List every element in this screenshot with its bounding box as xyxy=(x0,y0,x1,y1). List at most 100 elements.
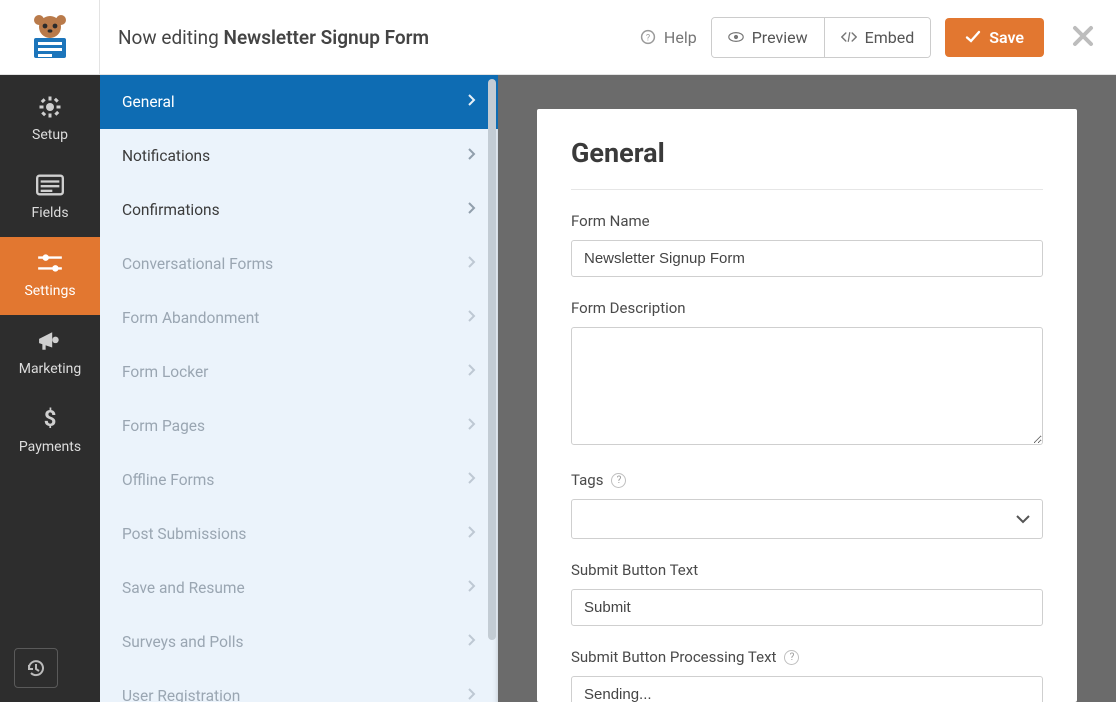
history-icon xyxy=(26,658,46,678)
settings-tab-offline-forms[interactable]: Offline Forms xyxy=(100,453,498,507)
chevron-right-icon xyxy=(467,687,476,702)
field-submit-text: Submit Button Text xyxy=(571,561,1043,626)
chevron-right-icon xyxy=(467,255,476,273)
rail-settings-label: Settings xyxy=(24,283,75,299)
embed-label: Embed xyxy=(865,28,915,47)
chevron-right-icon xyxy=(467,471,476,489)
help-label: Help xyxy=(664,28,697,47)
dollar-icon: $ xyxy=(36,407,64,431)
title-form-name: Newsletter Signup Form xyxy=(224,26,429,49)
rail-payments[interactable]: $ Payments xyxy=(0,393,100,471)
title-prefix: Now editing xyxy=(118,26,224,49)
card-heading: General xyxy=(571,137,1043,190)
settings-tab-save-and-resume[interactable]: Save and Resume xyxy=(100,561,498,615)
settings-tab-general[interactable]: General xyxy=(100,75,498,129)
chevron-right-icon xyxy=(467,93,476,111)
eye-icon xyxy=(728,29,744,45)
settings-tab-label: Surveys and Polls xyxy=(122,633,243,651)
chevron-right-icon xyxy=(467,363,476,381)
rail-payments-label: Payments xyxy=(19,439,81,455)
settings-tab-post-submissions[interactable]: Post Submissions xyxy=(100,507,498,561)
megaphone-icon xyxy=(36,329,64,353)
settings-tab-label: Offline Forms xyxy=(122,471,214,489)
submit-text-label: Submit Button Text xyxy=(571,561,1043,579)
left-rail: Setup Fields Settings Marketing xyxy=(0,75,100,702)
subpanel-scrollbar[interactable] xyxy=(488,79,496,640)
preview-embed-group: Preview Embed xyxy=(711,17,932,58)
topbar: Now editing Newsletter Signup Form ? Hel… xyxy=(0,0,1116,75)
page-title: Now editing Newsletter Signup Form xyxy=(100,26,640,49)
top-actions: ? Help Preview Embed Save xyxy=(640,17,1098,58)
settings-tab-label: General xyxy=(122,93,175,111)
close-icon xyxy=(1072,25,1094,47)
rail-settings[interactable]: Settings xyxy=(0,237,100,315)
settings-tab-label: Form Abandonment xyxy=(122,309,259,327)
chevron-right-icon xyxy=(467,147,476,165)
save-button[interactable]: Save xyxy=(945,18,1044,57)
settings-card: General Form Name Form Description Tags … xyxy=(537,109,1077,702)
form-description-label: Form Description xyxy=(571,299,1043,317)
settings-tab-confirmations[interactable]: Confirmations xyxy=(100,183,498,237)
settings-tab-label: Notifications xyxy=(122,147,210,165)
embed-button[interactable]: Embed xyxy=(824,18,931,57)
wpforms-logo-icon xyxy=(24,14,76,60)
submit-processing-help-icon[interactable]: ? xyxy=(784,650,799,665)
chevron-right-icon xyxy=(467,417,476,435)
help-circle-icon: ? xyxy=(640,29,656,45)
form-name-input[interactable] xyxy=(571,240,1043,277)
tags-select[interactable] xyxy=(571,499,1043,539)
gear-icon xyxy=(36,95,64,119)
settings-tab-label: Save and Resume xyxy=(122,579,245,597)
rail-setup[interactable]: Setup xyxy=(0,81,100,159)
chevron-right-icon xyxy=(467,309,476,327)
chevron-down-icon xyxy=(1016,510,1030,528)
form-fields-icon xyxy=(36,173,64,197)
settings-tab-label: Post Submissions xyxy=(122,525,246,543)
tags-label: Tags xyxy=(571,471,603,489)
field-tags: Tags ? xyxy=(571,471,1043,539)
settings-tab-user-registration[interactable]: User Registration xyxy=(100,669,498,702)
submit-processing-label: Submit Button Processing Text xyxy=(571,648,776,666)
field-form-name: Form Name xyxy=(571,212,1043,277)
field-submit-processing-text: Submit Button Processing Text ? xyxy=(571,648,1043,702)
rail-marketing-label: Marketing xyxy=(19,361,82,377)
preview-button[interactable]: Preview xyxy=(712,18,824,57)
help-link[interactable]: ? Help xyxy=(640,28,697,47)
check-icon xyxy=(965,29,981,45)
svg-text:?: ? xyxy=(646,34,650,44)
tags-help-icon[interactable]: ? xyxy=(611,473,626,488)
settings-tab-label: User Registration xyxy=(122,687,240,702)
stage: General Form Name Form Description Tags … xyxy=(498,75,1116,702)
rail-setup-label: Setup xyxy=(32,127,68,143)
form-name-label: Form Name xyxy=(571,212,1043,230)
settings-tab-notifications[interactable]: Notifications xyxy=(100,129,498,183)
settings-tab-surveys-and-polls[interactable]: Surveys and Polls xyxy=(100,615,498,669)
form-description-input[interactable] xyxy=(571,327,1043,445)
chevron-right-icon xyxy=(467,579,476,597)
preview-label: Preview xyxy=(752,28,808,47)
history-button[interactable] xyxy=(14,648,58,688)
chevron-right-icon xyxy=(467,633,476,651)
rail-fields-label: Fields xyxy=(31,205,68,221)
field-form-description: Form Description xyxy=(571,299,1043,449)
submit-processing-input[interactable] xyxy=(571,676,1043,702)
submit-text-input[interactable] xyxy=(571,589,1043,626)
close-button[interactable] xyxy=(1068,21,1098,54)
settings-tab-label: Form Locker xyxy=(122,363,208,381)
settings-tab-label: Conversational Forms xyxy=(122,255,273,273)
rail-marketing[interactable]: Marketing xyxy=(0,315,100,393)
chevron-right-icon xyxy=(467,201,476,219)
code-icon xyxy=(841,29,857,45)
settings-tab-form-pages[interactable]: Form Pages xyxy=(100,399,498,453)
rail-fields[interactable]: Fields xyxy=(0,159,100,237)
save-label: Save xyxy=(989,28,1024,47)
settings-tab-form-locker[interactable]: Form Locker xyxy=(100,345,498,399)
settings-tab-form-abandonment[interactable]: Form Abandonment xyxy=(100,291,498,345)
settings-tab-label: Form Pages xyxy=(122,417,205,435)
settings-subpanel: General Notifications Confirmations Convers… xyxy=(100,75,498,702)
chevron-right-icon xyxy=(467,525,476,543)
settings-tab-conversational-forms[interactable]: Conversational Forms xyxy=(100,237,498,291)
settings-tab-label: Confirmations xyxy=(122,201,220,219)
logo xyxy=(0,0,100,75)
svg-text:$: $ xyxy=(44,407,57,431)
